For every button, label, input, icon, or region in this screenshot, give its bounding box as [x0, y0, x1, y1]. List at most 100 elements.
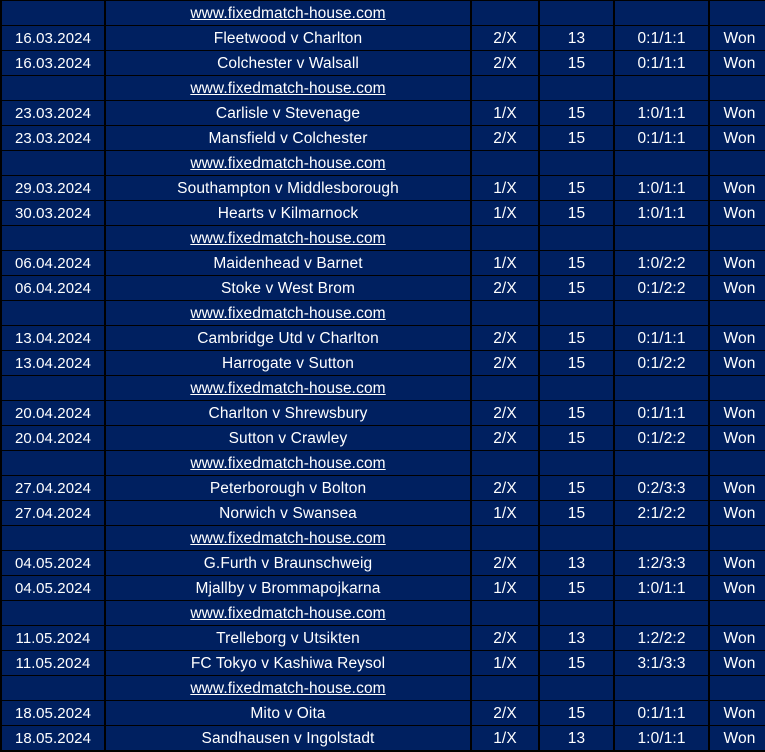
promo-url-link[interactable]: www.fixedmatch-house.com [190, 305, 385, 322]
promo-row: www.fixedmatch-house.com [0, 75, 765, 101]
promo-url-cell[interactable]: www.fixedmatch-house.com [104, 600, 472, 626]
score-cell: 0:1/1:1 [613, 325, 710, 351]
promo-url-cell[interactable]: www.fixedmatch-house.com [104, 375, 472, 401]
odd-cell [538, 75, 615, 101]
match-date-cell: 06.04.2024 [0, 275, 106, 301]
pick-cell [470, 675, 540, 701]
table-row: 20.04.2024 Charlton v Shrewsbury 2/X 15 0:1/… [0, 400, 765, 426]
promo-url-cell[interactable]: www.fixedmatch-house.com [104, 150, 472, 176]
score-cell: 1:2/2:2 [613, 625, 710, 651]
status-cell: Won [708, 25, 765, 51]
score-cell: 0:1/1:1 [613, 125, 710, 151]
table-row: 18.05.2024 Mito v Oita 2/X 15 0:1/1:1 Won [0, 700, 765, 726]
score-cell: 0:1/1:1 [613, 400, 710, 426]
match-date-cell [0, 675, 106, 701]
pick-cell [470, 600, 540, 626]
odd-cell: 13 [538, 550, 615, 576]
match-name-cell: Norwich v Swansea [104, 500, 472, 526]
odd-cell: 15 [538, 325, 615, 351]
promo-row: www.fixedmatch-house.com [0, 450, 765, 476]
promo-url-link[interactable]: www.fixedmatch-house.com [190, 230, 385, 247]
status-cell: Won [708, 650, 765, 676]
table-row: 04.05.2024 Mjallby v Brommapojkarna 1/X 15 1… [0, 575, 765, 601]
pick-cell: 2/X [470, 400, 540, 426]
score-cell: 1:0/1:1 [613, 100, 710, 126]
promo-url-cell[interactable]: www.fixedmatch-house.com [104, 225, 472, 251]
promo-url-cell[interactable]: www.fixedmatch-house.com [104, 300, 472, 326]
results-table-body: www.fixedmatch-house.com 16.03.2024 Fleetw… [0, 0, 765, 751]
status-cell [708, 525, 765, 551]
promo-url-link[interactable]: www.fixedmatch-house.com [190, 530, 385, 547]
odd-cell: 15 [538, 500, 615, 526]
odd-cell: 15 [538, 175, 615, 201]
match-name-cell: Hearts v Kilmarnock [104, 200, 472, 226]
match-date-cell: 20.04.2024 [0, 425, 106, 451]
status-cell: Won [708, 175, 765, 201]
odd-cell: 13 [538, 725, 615, 751]
promo-url-cell[interactable]: www.fixedmatch-house.com [104, 525, 472, 551]
odd-cell: 15 [538, 125, 615, 151]
score-cell [613, 525, 710, 551]
promo-url-cell[interactable]: www.fixedmatch-house.com [104, 675, 472, 701]
odd-cell: 15 [538, 50, 615, 76]
score-cell: 1:0/1:1 [613, 175, 710, 201]
odd-cell [538, 225, 615, 251]
pick-cell: 2/X [470, 550, 540, 576]
score-cell: 0:2/3:3 [613, 475, 710, 501]
score-cell: 2:1/2:2 [613, 500, 710, 526]
odd-cell [538, 150, 615, 176]
pick-cell: 2/X [470, 275, 540, 301]
promo-url-link[interactable]: www.fixedmatch-house.com [190, 155, 385, 172]
match-name-cell: Peterborough v Bolton [104, 475, 472, 501]
promo-url-link[interactable]: www.fixedmatch-house.com [190, 80, 385, 97]
promo-url-cell[interactable]: www.fixedmatch-house.com [104, 75, 472, 101]
match-name-cell: Cambridge Utd v Charlton [104, 325, 472, 351]
score-cell [613, 75, 710, 101]
promo-row: www.fixedmatch-house.com [0, 150, 765, 176]
status-cell: Won [708, 325, 765, 351]
promo-url-cell[interactable]: www.fixedmatch-house.com [104, 0, 472, 26]
score-cell [613, 0, 710, 26]
status-cell [708, 675, 765, 701]
table-row: 27.04.2024 Peterborough v Bolton 2/X 15 0:2/… [0, 475, 765, 501]
pick-cell [470, 225, 540, 251]
status-cell: Won [708, 125, 765, 151]
score-cell: 0:1/1:1 [613, 700, 710, 726]
promo-url-link[interactable]: www.fixedmatch-house.com [190, 5, 385, 22]
match-date-cell: 16.03.2024 [0, 25, 106, 51]
match-name-cell: Fleetwood v Charlton [104, 25, 472, 51]
promo-url-link[interactable]: www.fixedmatch-house.com [190, 680, 385, 697]
pick-cell: 2/X [470, 350, 540, 376]
match-name-cell: Mito v Oita [104, 700, 472, 726]
promo-url-link[interactable]: www.fixedmatch-house.com [190, 380, 385, 397]
match-date-cell: 23.03.2024 [0, 125, 106, 151]
status-cell: Won [708, 350, 765, 376]
match-name-cell: Sandhausen v Ingolstadt [104, 725, 472, 751]
promo-row: www.fixedmatch-house.com [0, 300, 765, 326]
table-row: 18.05.2024 Sandhausen v Ingolstadt 1/X 13 1:… [0, 725, 765, 751]
status-cell [708, 150, 765, 176]
odd-cell [538, 675, 615, 701]
odd-cell [538, 375, 615, 401]
promo-url-cell[interactable]: www.fixedmatch-house.com [104, 450, 472, 476]
match-date-cell [0, 300, 106, 326]
status-cell [708, 225, 765, 251]
pick-cell: 2/X [470, 475, 540, 501]
score-cell: 0:1/1:1 [613, 50, 710, 76]
promo-url-link[interactable]: www.fixedmatch-house.com [190, 605, 385, 622]
pick-cell: 1/X [470, 500, 540, 526]
status-cell: Won [708, 400, 765, 426]
pick-cell [470, 375, 540, 401]
match-name-cell: Carlisle v Stevenage [104, 100, 472, 126]
score-cell [613, 675, 710, 701]
pick-cell: 1/X [470, 575, 540, 601]
status-cell [708, 300, 765, 326]
status-cell: Won [708, 475, 765, 501]
match-date-cell: 04.05.2024 [0, 550, 106, 576]
odd-cell: 13 [538, 625, 615, 651]
promo-url-link[interactable]: www.fixedmatch-house.com [190, 455, 385, 472]
match-date-cell: 18.05.2024 [0, 725, 106, 751]
match-name-cell: G.Furth v Braunschweig [104, 550, 472, 576]
match-date-cell [0, 225, 106, 251]
match-name-cell: Harrogate v Sutton [104, 350, 472, 376]
